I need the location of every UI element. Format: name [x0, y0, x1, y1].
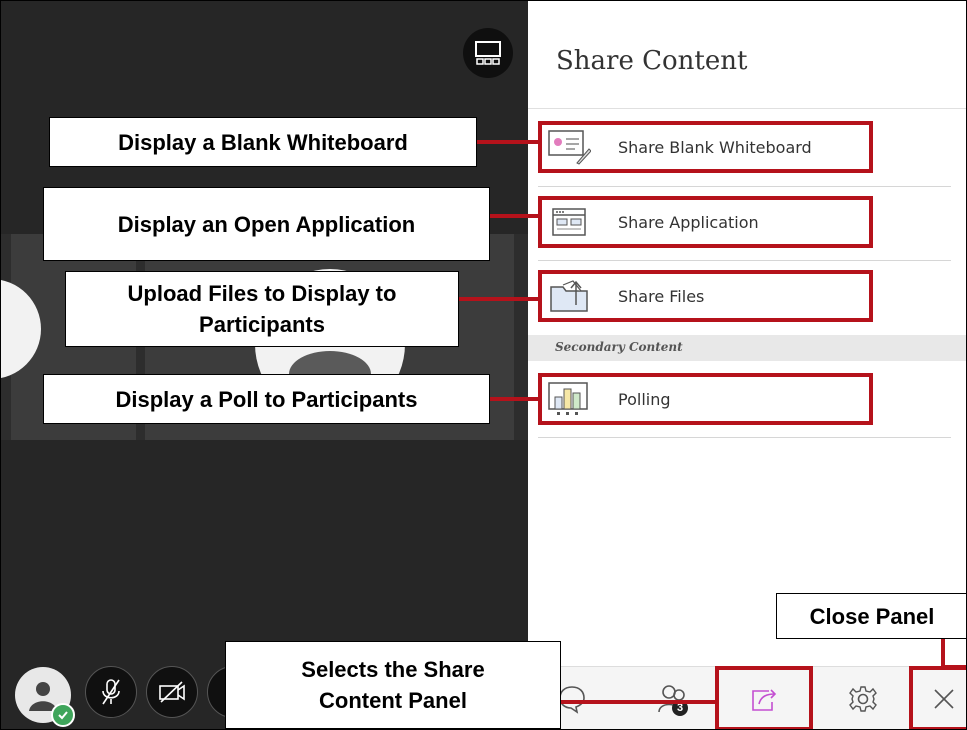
callout-text: Display a Blank Whiteboard	[118, 129, 408, 155]
application-window-icon	[546, 203, 592, 241]
share-files-item[interactable]: Share Files	[538, 270, 873, 322]
divider	[528, 108, 966, 109]
application-callout: Display an Open Application	[43, 187, 490, 261]
share-application-item[interactable]: Share Application	[538, 196, 873, 248]
layout-toggle-button[interactable]	[463, 28, 513, 78]
share-content-icon	[752, 688, 777, 711]
divider	[538, 437, 951, 438]
settings-icon	[849, 685, 877, 712]
close-panel-callout: Close Panel	[776, 593, 966, 639]
screenshot-frame: Share Content Share Blank Whiteboard Sha…	[0, 0, 967, 730]
share-content-button[interactable]	[715, 666, 813, 729]
callout-text: Upload Files to Display to Participants	[127, 281, 397, 337]
callout-connector	[561, 700, 718, 704]
microphone-muted-icon	[102, 679, 120, 705]
callout-connector	[490, 397, 539, 401]
share-blank-whiteboard-item[interactable]: Share Blank Whiteboard	[538, 121, 873, 173]
callout-connector	[941, 665, 966, 669]
settings-button[interactable]	[818, 666, 908, 729]
status-check-icon	[51, 703, 75, 727]
callout-connector	[477, 140, 539, 144]
chat-icon	[559, 685, 585, 714]
item-label: Share Blank Whiteboard	[618, 137, 812, 157]
item-label: Share Files	[618, 286, 705, 306]
files-callout: Upload Files to Display to Participants	[65, 271, 459, 347]
callout-connector	[490, 214, 539, 218]
camera-off-icon	[159, 681, 185, 703]
whiteboard-icon	[546, 128, 592, 166]
share-panel-callout: Selects the Share Content Panel	[225, 641, 561, 729]
section-label: Secondary Content	[555, 340, 683, 354]
polling-item[interactable]: Polling	[538, 373, 873, 425]
polling-chart-icon	[546, 380, 592, 418]
participants-button[interactable]: 3	[628, 666, 718, 729]
callout-text: Display an Open Application	[117, 211, 416, 237]
grid-layout-icon	[475, 41, 501, 65]
callout-text: Display a Poll to Participants	[115, 386, 418, 412]
panel-title: Share Content	[556, 46, 748, 76]
close-icon	[934, 688, 954, 709]
video-stage	[1, 1, 528, 729]
callout-connector	[459, 297, 539, 301]
close-panel-button[interactable]	[909, 666, 966, 729]
item-label: Share Application	[618, 212, 759, 232]
folder-upload-icon	[546, 277, 592, 315]
divider	[538, 260, 951, 261]
secondary-content-header: Secondary Content	[528, 335, 966, 361]
divider	[538, 186, 951, 187]
callout-text: Close Panel	[809, 603, 935, 629]
microphone-button[interactable]	[85, 666, 137, 718]
participants-icon: 3	[656, 682, 690, 716]
participant-avatar	[1, 279, 41, 379]
polling-callout: Display a Poll to Participants	[43, 374, 490, 424]
callout-text: Selects the Share Content Panel	[301, 657, 485, 713]
item-label: Polling	[618, 389, 671, 409]
camera-button[interactable]	[146, 666, 198, 718]
whiteboard-callout: Display a Blank Whiteboard	[49, 117, 477, 167]
